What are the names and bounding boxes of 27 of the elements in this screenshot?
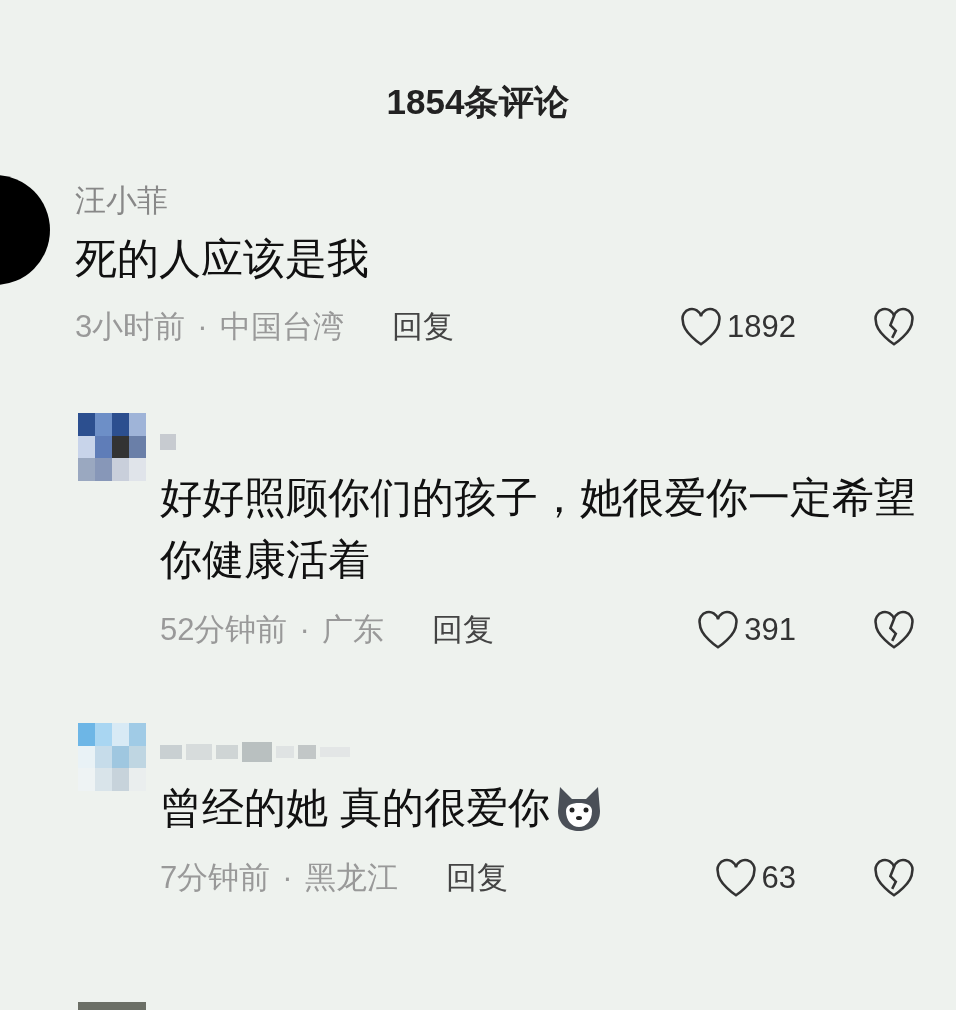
separator-dot: ·	[197, 307, 208, 346]
reply-button[interactable]: 回复	[431, 606, 494, 654]
location: 广东	[321, 610, 384, 649]
heart-icon[interactable]	[679, 307, 724, 347]
comment-text: 好好照顾你们的孩子，她很爱你一定希望你健康活着	[160, 473, 917, 585]
timestamp-location: 3小时前	[75, 307, 186, 346]
pixelated-username	[160, 431, 176, 453]
heart-icon[interactable]	[696, 610, 741, 650]
separator-dot: ·	[282, 858, 293, 897]
reply-button[interactable]: 回复	[445, 854, 508, 902]
location: 中国台湾	[219, 307, 344, 346]
separator-dot: ·	[299, 610, 310, 649]
timestamp-location: 7分钟前	[160, 858, 271, 897]
timestamp-location: 52分钟前	[160, 610, 288, 649]
like-count: 391	[744, 610, 796, 649]
broken-heart-icon[interactable]	[872, 307, 916, 347]
comment-count-title: 1854条评论	[386, 81, 570, 123]
like-count: 63	[761, 858, 796, 897]
broken-heart-icon[interactable]	[872, 610, 916, 650]
location: 黑龙江	[304, 858, 398, 897]
pixelated-avatar[interactable]	[78, 413, 146, 481]
reply-button[interactable]: 回复	[391, 303, 454, 351]
comment-text: 死的人应该是我	[75, 234, 370, 284]
comment-text: 曾经的她 真的很爱你	[160, 783, 550, 833]
broken-heart-icon[interactable]	[872, 858, 916, 898]
heart-icon[interactable]	[713, 858, 758, 898]
like-count: 1892	[727, 307, 796, 346]
